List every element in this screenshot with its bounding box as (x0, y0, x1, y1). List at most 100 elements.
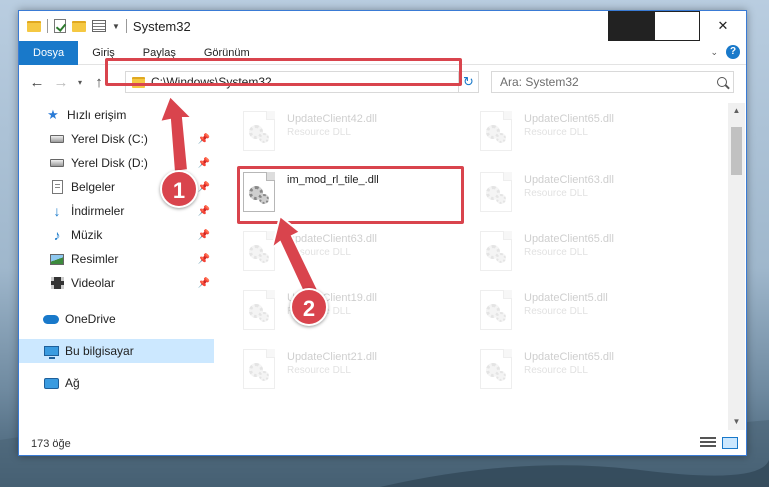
sidebar-item-label: OneDrive (65, 312, 116, 326)
file-item[interactable]: UpdateClient63.dll Resource DLL (476, 168, 706, 224)
file-highlight (237, 166, 464, 224)
properties-check-icon[interactable] (54, 19, 66, 33)
ribbon-tabs: Dosya Giriş Paylaş Görünüm ⌄ ? (19, 40, 746, 65)
drive-icon (49, 132, 65, 146)
maximize-button[interactable] (654, 11, 700, 41)
file-name: UpdateClient21.dll (287, 351, 377, 363)
file-list: UpdateClient42.dll Resource DLL im_mod_rl… (229, 103, 729, 430)
sidebar-item-label: Bu bilgisayar (65, 344, 134, 358)
quick-access-toolbar: ▼ (19, 11, 127, 41)
dll-file-icon (476, 290, 516, 334)
file-item[interactable]: UpdateClient65.dll Resource DLL (476, 107, 706, 163)
sidebar-item-videos[interactable]: Videolar 📌 (19, 271, 214, 295)
new-folder-icon[interactable] (72, 20, 86, 32)
close-icon: ✕ (717, 18, 729, 33)
window-title: System32 (132, 18, 191, 34)
file-name: UpdateClient63.dll (524, 174, 614, 186)
documents-icon (49, 180, 65, 194)
file-item[interactable]: UpdateClient21.dll Resource DLL (239, 345, 469, 401)
file-item[interactable]: UpdateClient42.dll Resource DLL (239, 107, 469, 163)
pin-icon: 📌 (197, 277, 210, 289)
close-button[interactable]: ✕ (700, 11, 746, 41)
file-item[interactable]: UpdateClient19.dllResource DLL (239, 286, 469, 342)
search-icon (717, 77, 727, 87)
title-bar: ▼ System32 ✕ (19, 11, 746, 41)
file-name: UpdateClient5.dll (524, 292, 608, 304)
toolbar-separator (47, 19, 48, 33)
navigation-pane: ★ Hızlı erişim Yerel Disk (C:) 📌 Yerel D… (19, 103, 214, 430)
file-item[interactable]: UpdateClient5.dll Resource DLL (476, 286, 706, 342)
file-description: Resource DLL (287, 365, 351, 376)
scroll-up-icon[interactable]: ▲ (728, 103, 745, 119)
sidebar-item-this-pc[interactable]: Bu bilgisayar (19, 339, 214, 363)
search-placeholder: Ara: System32 (500, 75, 579, 89)
sidebar-item-music[interactable]: ♪ Müzik 📌 (19, 223, 214, 247)
scroll-down-icon[interactable]: ▼ (728, 414, 745, 430)
tab-share[interactable]: Paylaş (129, 41, 190, 65)
file-name: UpdateClient65.dll (524, 233, 614, 245)
help-icon[interactable]: ? (726, 45, 740, 59)
sidebar-item-quick-access[interactable]: ★ Hızlı erişim (19, 103, 214, 127)
pictures-icon (49, 252, 65, 266)
pin-icon: 📌 (197, 133, 210, 145)
videos-icon (49, 276, 65, 290)
file-item[interactable]: UpdateClient65.dll Resource DLL (476, 345, 706, 401)
network-icon (43, 376, 59, 390)
up-button[interactable]: ↑ (87, 74, 111, 91)
dll-file-icon (239, 290, 279, 334)
address-path[interactable]: C:\Windows\System32 (151, 75, 442, 89)
file-description: Resource DLL (524, 306, 588, 317)
address-dropdown-icon[interactable]: ⌄ (442, 78, 458, 87)
recent-locations-icon[interactable]: ▾ (73, 78, 87, 87)
sidebar-item-onedrive[interactable]: OneDrive (19, 307, 214, 331)
dll-file-icon (239, 231, 279, 275)
dll-file-icon (476, 231, 516, 275)
pin-icon: 📌 (197, 229, 210, 241)
file-description: Resource DLL (524, 365, 588, 376)
tab-home[interactable]: Giriş (78, 41, 129, 65)
tab-view[interactable]: Görünüm (190, 41, 264, 65)
view-buttons (700, 437, 738, 449)
pin-icon: 📌 (197, 181, 210, 193)
sidebar-item-label: Yerel Disk (C:) (71, 132, 148, 146)
sidebar-item-label: Videolar (71, 276, 115, 290)
vertical-scrollbar[interactable]: ▲ ▼ (728, 103, 745, 430)
pin-icon: 📌 (197, 157, 210, 169)
address-bar[interactable]: C:\Windows\System32 ⌄ ↻ (125, 71, 479, 93)
sidebar-item-label: Müzik (71, 228, 103, 242)
sidebar-item-network[interactable]: Ağ (19, 371, 214, 395)
scroll-thumb[interactable] (731, 127, 742, 175)
sidebar-item-local-disk-c[interactable]: Yerel Disk (C:) 📌 (19, 127, 214, 151)
expand-ribbon-icon[interactable]: ⌄ (710, 47, 718, 58)
window-controls: ✕ (608, 11, 746, 41)
onedrive-cloud-icon (43, 312, 59, 326)
refresh-icon[interactable]: ↻ (458, 72, 478, 92)
folder-icon (132, 76, 145, 88)
step-1-badge: 1 (160, 170, 198, 208)
file-description: Resource DLL (287, 127, 351, 138)
file-name: UpdateClient63.dll (287, 233, 377, 245)
sidebar-item-label: Ağ (65, 376, 80, 390)
step-2-badge: 2 (290, 288, 328, 326)
dll-file-icon (476, 349, 516, 393)
sidebar-item-label: İndirmeler (71, 204, 125, 218)
folder-icon (27, 20, 41, 32)
toolbar-separator (125, 19, 127, 33)
customize-icon[interactable] (92, 20, 106, 32)
file-item[interactable]: UpdateClient63.dll Resource DLL (239, 227, 469, 283)
sidebar-item-pictures[interactable]: Resimler 📌 (19, 247, 214, 271)
file-name: UpdateClient65.dll (524, 351, 614, 363)
minimize-button[interactable] (608, 11, 654, 41)
search-input[interactable]: Ara: System32 (491, 71, 734, 93)
details-view-icon[interactable] (700, 437, 716, 449)
customize-dropdown-icon[interactable]: ▼ (112, 22, 120, 31)
pin-icon: 📌 (197, 205, 210, 217)
file-name: UpdateClient42.dll (287, 113, 377, 125)
tab-file[interactable]: Dosya (19, 40, 79, 65)
forward-button[interactable]: → (49, 74, 73, 91)
tiles-view-icon[interactable] (722, 437, 738, 449)
back-button[interactable]: ← (25, 74, 49, 91)
dll-file-icon (476, 172, 516, 216)
file-item[interactable]: UpdateClient65.dll Resource DLL (476, 227, 706, 283)
status-bar: 173 öğe (19, 433, 746, 455)
